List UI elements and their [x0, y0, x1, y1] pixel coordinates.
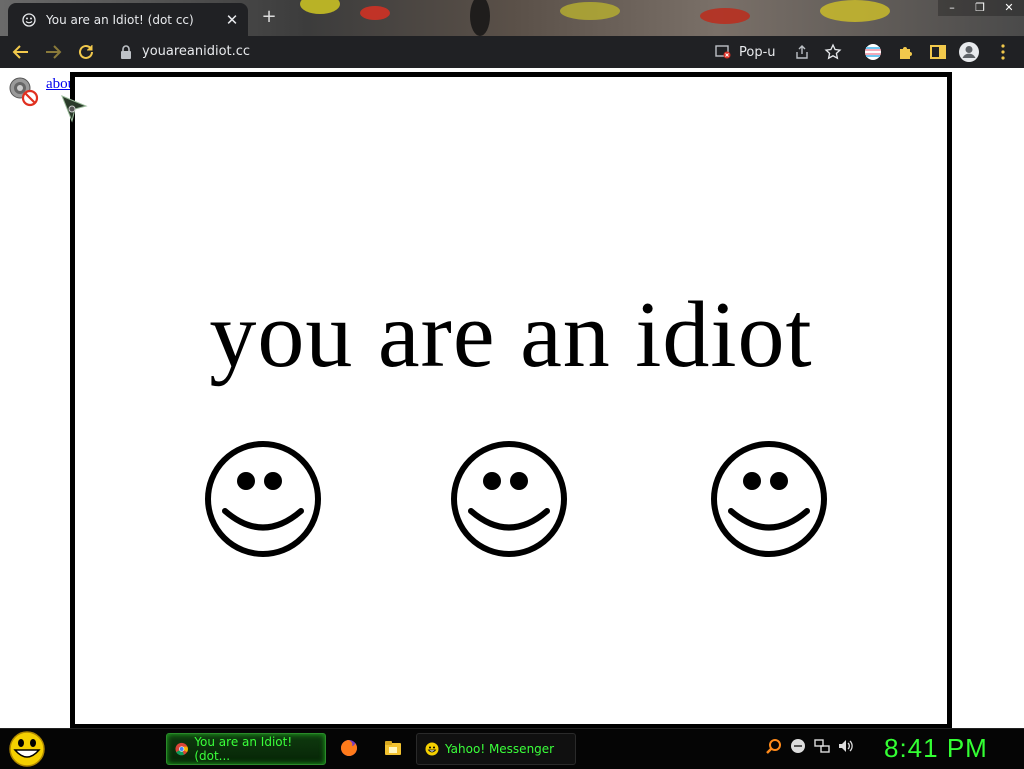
network-icon[interactable] [813, 737, 831, 755]
wallpaper-splat [820, 0, 890, 22]
side-panel-button[interactable] [927, 41, 949, 63]
side-panel-icon [930, 45, 946, 59]
arrow-left-icon [12, 45, 28, 59]
browser-tab-active[interactable]: You are an Idiot! (dot cc) ✕ [8, 3, 248, 36]
tab-title: You are an Idiot! (dot cc) [46, 12, 194, 27]
start-button-smiley-icon[interactable] [8, 731, 46, 767]
chrome-icon [175, 742, 188, 756]
puzzle-icon [900, 47, 912, 59]
firefox-icon[interactable] [340, 739, 358, 757]
arrow-right-icon [46, 45, 62, 59]
new-tab-button[interactable]: + [258, 7, 280, 29]
wallpaper-splat [300, 0, 340, 14]
smiley-face-icon [205, 441, 321, 557]
taskbar-item-label: Yahoo! Messenger [445, 742, 555, 756]
browser-toolbar: youareanidiot.cc Pop-u [0, 36, 1024, 68]
smiley-face-icon [451, 441, 567, 557]
share-icon[interactable] [794, 44, 810, 60]
taskbar-item-label: You are an Idiot! (dot... [194, 735, 293, 763]
back-button[interactable] [10, 41, 32, 63]
status-tray-icon[interactable] [789, 737, 807, 755]
taskbar: You are an Idiot! (dot... Yahoo! Messeng… [0, 728, 1024, 769]
window-close-button[interactable]: ✕ [994, 0, 1024, 16]
system-tray [765, 737, 855, 755]
web-page: aboutflash you are an idiot [0, 68, 1024, 729]
menu-button[interactable] [992, 41, 1014, 63]
wallpaper-splat [700, 8, 750, 24]
yahoo-messenger-icon [425, 742, 439, 756]
profile-flag-button[interactable] [862, 41, 884, 63]
headline-text: you are an idiot [209, 283, 813, 387]
mouse-cursor-icon [61, 95, 88, 123]
forward-button[interactable] [42, 41, 64, 63]
wallpaper-splat [560, 2, 620, 20]
address-bar[interactable]: youareanidiot.cc Pop-u [110, 39, 850, 65]
minimize-button[interactable]: – [938, 0, 966, 16]
folder-icon[interactable] [384, 739, 402, 757]
flag-icon [865, 44, 881, 60]
idiot-stage: you are an idiot [70, 72, 952, 729]
restore-button[interactable]: ❐ [966, 0, 994, 16]
reload-button[interactable] [75, 41, 97, 63]
extensions-button[interactable] [895, 41, 917, 63]
tab-strip: You are an Idiot! (dot cc) ✕ + – ❐ ✕ [0, 0, 1024, 36]
sound-muted-icon[interactable] [8, 76, 40, 108]
popup-blocked-chip[interactable]: Pop-u [715, 42, 776, 62]
taskbar-item-chrome[interactable]: You are an Idiot! (dot... [166, 733, 326, 765]
wallpaper-splat [360, 6, 390, 20]
profile-button[interactable] [958, 41, 980, 63]
kebab-menu-icon [1001, 44, 1005, 60]
wallpaper-splat [470, 0, 490, 36]
smiley-face-icon [711, 441, 827, 557]
smiley-favicon-icon [22, 12, 36, 27]
volume-icon[interactable] [837, 737, 855, 755]
reload-icon [79, 44, 93, 59]
search-tray-icon[interactable] [765, 737, 783, 755]
tab-close-button[interactable]: ✕ [222, 11, 242, 29]
url-text: youareanidiot.cc [142, 44, 251, 59]
taskbar-item-yahoo-messenger[interactable]: Yahoo! Messenger [416, 733, 576, 765]
taskbar-clock[interactable]: 8:41 PM [884, 733, 988, 764]
popup-chip-label: Pop-u [739, 44, 776, 60]
bookmark-star-icon[interactable] [824, 43, 842, 61]
lock-icon [121, 45, 131, 59]
popup-blocked-icon [715, 45, 731, 59]
avatar-icon [959, 42, 979, 62]
